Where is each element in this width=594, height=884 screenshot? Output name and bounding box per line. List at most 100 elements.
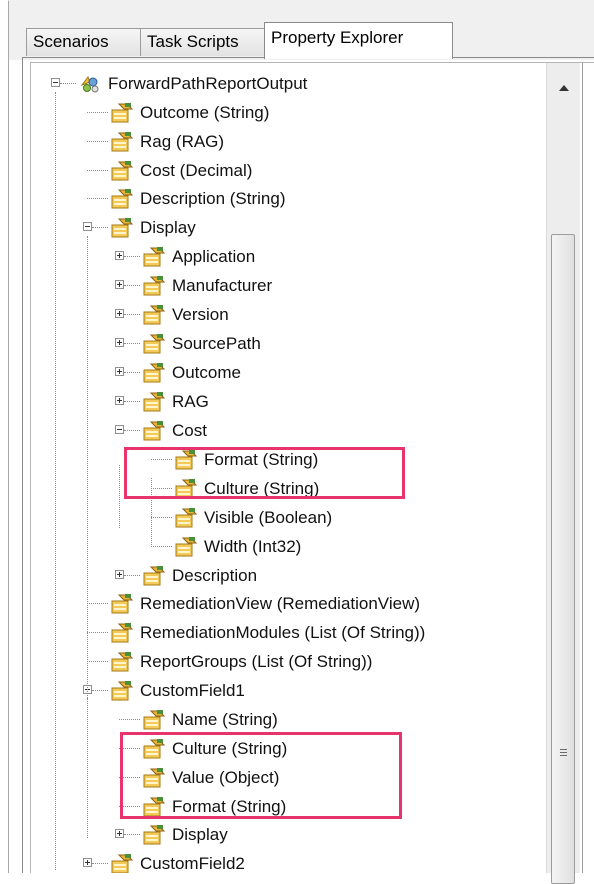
tree-guide [55,92,56,870]
tree-node-label: CustomField2 [140,854,245,873]
tab-label: Scenarios [33,32,109,51]
tree-connector [124,401,140,402]
highlight-box [124,447,405,499]
tree-connector [87,632,108,633]
tree-node[interactable]: Manufacturer [31,272,541,300]
window-edge-line [582,63,583,873]
tree-node[interactable]: RAG [31,388,541,416]
property-icon [142,824,166,846]
expand-icon[interactable] [115,280,124,289]
tree-connector [124,256,140,257]
property-icon [110,680,134,702]
tree-node-label: ForwardPathReportOutput [108,74,308,93]
property-icon [174,536,198,558]
tree-node-label: Rag (RAG) [140,132,225,151]
tree-connector [87,170,108,171]
tab-property-explorer[interactable]: Property Explorer [264,22,453,59]
tree-node[interactable]: Width (Int32) [31,533,541,561]
tree-node-label: RAG [172,392,209,411]
scroll-up-arrow-icon[interactable] [559,85,569,91]
expand-icon[interactable] [115,338,124,347]
tree-connector [87,112,108,113]
tree-node[interactable]: ForwardPathReportOutput [31,70,541,98]
tree-connector [87,661,108,662]
tree-node[interactable]: Rag (RAG) [31,128,541,156]
tree-node-label: Outcome [172,363,241,382]
property-icon [110,188,134,210]
tree-node-label: RemediationView (RemediationView) [140,594,421,613]
grip-icon [560,749,567,750]
tree-node[interactable]: Display [31,821,541,849]
tab-scenarios[interactable]: Scenarios [26,28,141,56]
expand-icon[interactable] [115,367,124,376]
collapse-icon[interactable] [83,222,92,231]
property-icon [142,275,166,297]
tree-connector [151,517,172,518]
property-icon [110,622,134,644]
tree-node-label: Display [140,218,196,237]
tree-node[interactable]: Cost (Decimal) [31,157,541,185]
panel-border [22,57,23,873]
expand-icon[interactable] [115,309,124,318]
tree-connector [124,314,140,315]
property-icon [142,565,166,587]
tree-node-label: Description (String) [140,189,286,208]
expand-icon[interactable] [115,396,124,405]
tree-node-label: Application [172,247,256,266]
tree-node[interactable]: Display [31,214,541,242]
tree-node[interactable]: Version [31,301,541,329]
tree-node-label: SourcePath [172,334,261,353]
vertical-scrollbar[interactable] [546,63,580,884]
expand-icon[interactable] [115,570,124,579]
tree-connector [124,285,140,286]
collapse-icon[interactable] [115,425,124,434]
tree-node[interactable]: Cost [31,417,541,445]
tree-node[interactable]: Outcome (String) [31,99,541,127]
collapse-icon[interactable] [51,78,60,87]
tree-connector [124,575,140,576]
tree-connector [124,834,140,835]
tree-node-label: Display [172,825,228,844]
property-icon [174,507,198,529]
tree-node[interactable]: SourcePath [31,330,541,358]
expand-icon[interactable] [115,829,124,838]
property-icon [142,709,166,731]
class-icon [78,73,102,95]
property-icon [142,304,166,326]
tree-node-label: ReportGroups (List (Of String)) [140,652,373,671]
tree-node[interactable]: Visible (Boolean) [31,504,541,532]
tree-node[interactable]: ReportGroups (List (Of String)) [31,648,541,676]
tree-node[interactable]: CustomField1 [31,677,541,705]
tree-connector [124,372,140,373]
tree-node[interactable]: CustomField2 [31,850,541,873]
tree-node[interactable]: Name (String) [31,706,541,734]
tree-guide [87,698,88,808]
tree-node-label: CustomField1 [140,681,245,700]
tree-node-label: Cost (Decimal) [140,161,253,180]
tree-connector [124,343,140,344]
property-icon [142,333,166,355]
property-icon [142,246,166,268]
tree-connector [92,690,108,691]
property-icon [142,391,166,413]
tab-label: Property Explorer [271,28,404,47]
property-icon [110,102,134,124]
tree-node[interactable]: Description (String) [31,185,541,213]
tree-node[interactable]: Description [31,562,541,590]
scroll-thumb[interactable] [551,234,575,884]
tree-node-label: Outcome (String) [140,103,270,122]
tree-node-label: Version [172,305,229,324]
tree-connector [87,198,108,199]
tree-connector [60,83,76,84]
tree-node[interactable]: RemediationModules (List (Of String)) [31,619,541,647]
tree-node[interactable]: RemediationView (RemediationView) [31,590,541,618]
tab-task-scripts[interactable]: Task Scripts [140,28,265,56]
property-icon [110,131,134,153]
tree-node[interactable]: Outcome [31,359,541,387]
tree-connector [119,719,140,720]
expand-icon[interactable] [83,858,92,867]
tree-connector [87,141,108,142]
expand-icon[interactable] [115,251,124,260]
property-icon [110,160,134,182]
tree-node[interactable]: Application [31,243,541,271]
